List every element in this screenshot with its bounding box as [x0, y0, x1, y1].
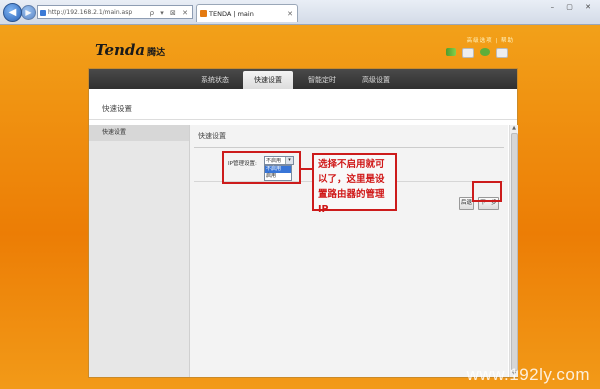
window-controls[interactable]: – ▢ ✕: [551, 3, 596, 11]
browser-toolbar: ◀ ▶ http://192.168.2.1/main.asp ρ ▾ ⊠ ✕ …: [0, 0, 600, 25]
page-title: 快速设置: [102, 104, 132, 113]
scrollbar[interactable]: ▲ ▼: [509, 125, 518, 377]
divider: [194, 147, 504, 148]
content-title: 快速设置: [198, 132, 226, 140]
logo-cn-text: 腾达: [147, 48, 166, 58]
tab-quick-setup[interactable]: 快速设置: [243, 71, 293, 89]
back-button[interactable]: ◀: [3, 3, 22, 22]
tenda-tab-icon: [200, 10, 207, 17]
main-menu: 系统状态 快速设置 智能定时 高级设置: [89, 69, 517, 89]
tab-smart-timer[interactable]: 智能定时: [297, 71, 347, 89]
scroll-up-icon[interactable]: ▲: [510, 125, 518, 131]
connection-icon: [480, 48, 490, 56]
tab-advanced-settings[interactable]: 高级设置: [351, 71, 401, 89]
sidebar-item-quick-setup[interactable]: 快速设置: [89, 125, 189, 141]
status-icons: [446, 48, 508, 58]
tenda-logo: Tenda 腾达: [95, 41, 165, 59]
tab-title: TENDA | main: [209, 10, 254, 18]
divider: [89, 119, 517, 120]
address-text: http://192.168.2.1/main.asp: [48, 9, 133, 16]
next-button-highlight: [472, 181, 502, 202]
annotation-connector: [301, 168, 312, 170]
scroll-thumb[interactable]: [511, 133, 518, 371]
signal-icon: [446, 48, 456, 56]
tab-main[interactable]: TENDA | main ✕: [196, 4, 298, 22]
wifi-icon: [462, 48, 474, 58]
logout-icon[interactable]: [496, 48, 508, 58]
top-links[interactable]: 高级选项 | 帮助: [467, 36, 514, 44]
close-tab-icon[interactable]: ✕: [287, 5, 293, 23]
forward-button[interactable]: ▶: [21, 5, 36, 20]
tab-system-status[interactable]: 系统状态: [189, 71, 241, 89]
search-refresh-icons[interactable]: ρ ▾ ⊠ ✕: [150, 6, 190, 20]
logo-text: Tenda: [95, 41, 146, 59]
ip-setting-highlight: [222, 151, 301, 184]
router-admin-panel: 系统状态 快速设置 智能定时 高级设置 快速设置 快速设置 快速设置 IP管理设…: [88, 68, 518, 378]
annotation-note: 选择不启用就可以了，这里是设置路由器的管理IP: [312, 153, 397, 215]
watermark: www.192ly.com: [466, 365, 590, 384]
page-icon: [40, 10, 46, 16]
sidebar: 快速设置: [89, 125, 190, 377]
address-bar[interactable]: http://192.168.2.1/main.asp ρ ▾ ⊠ ✕: [37, 5, 193, 19]
